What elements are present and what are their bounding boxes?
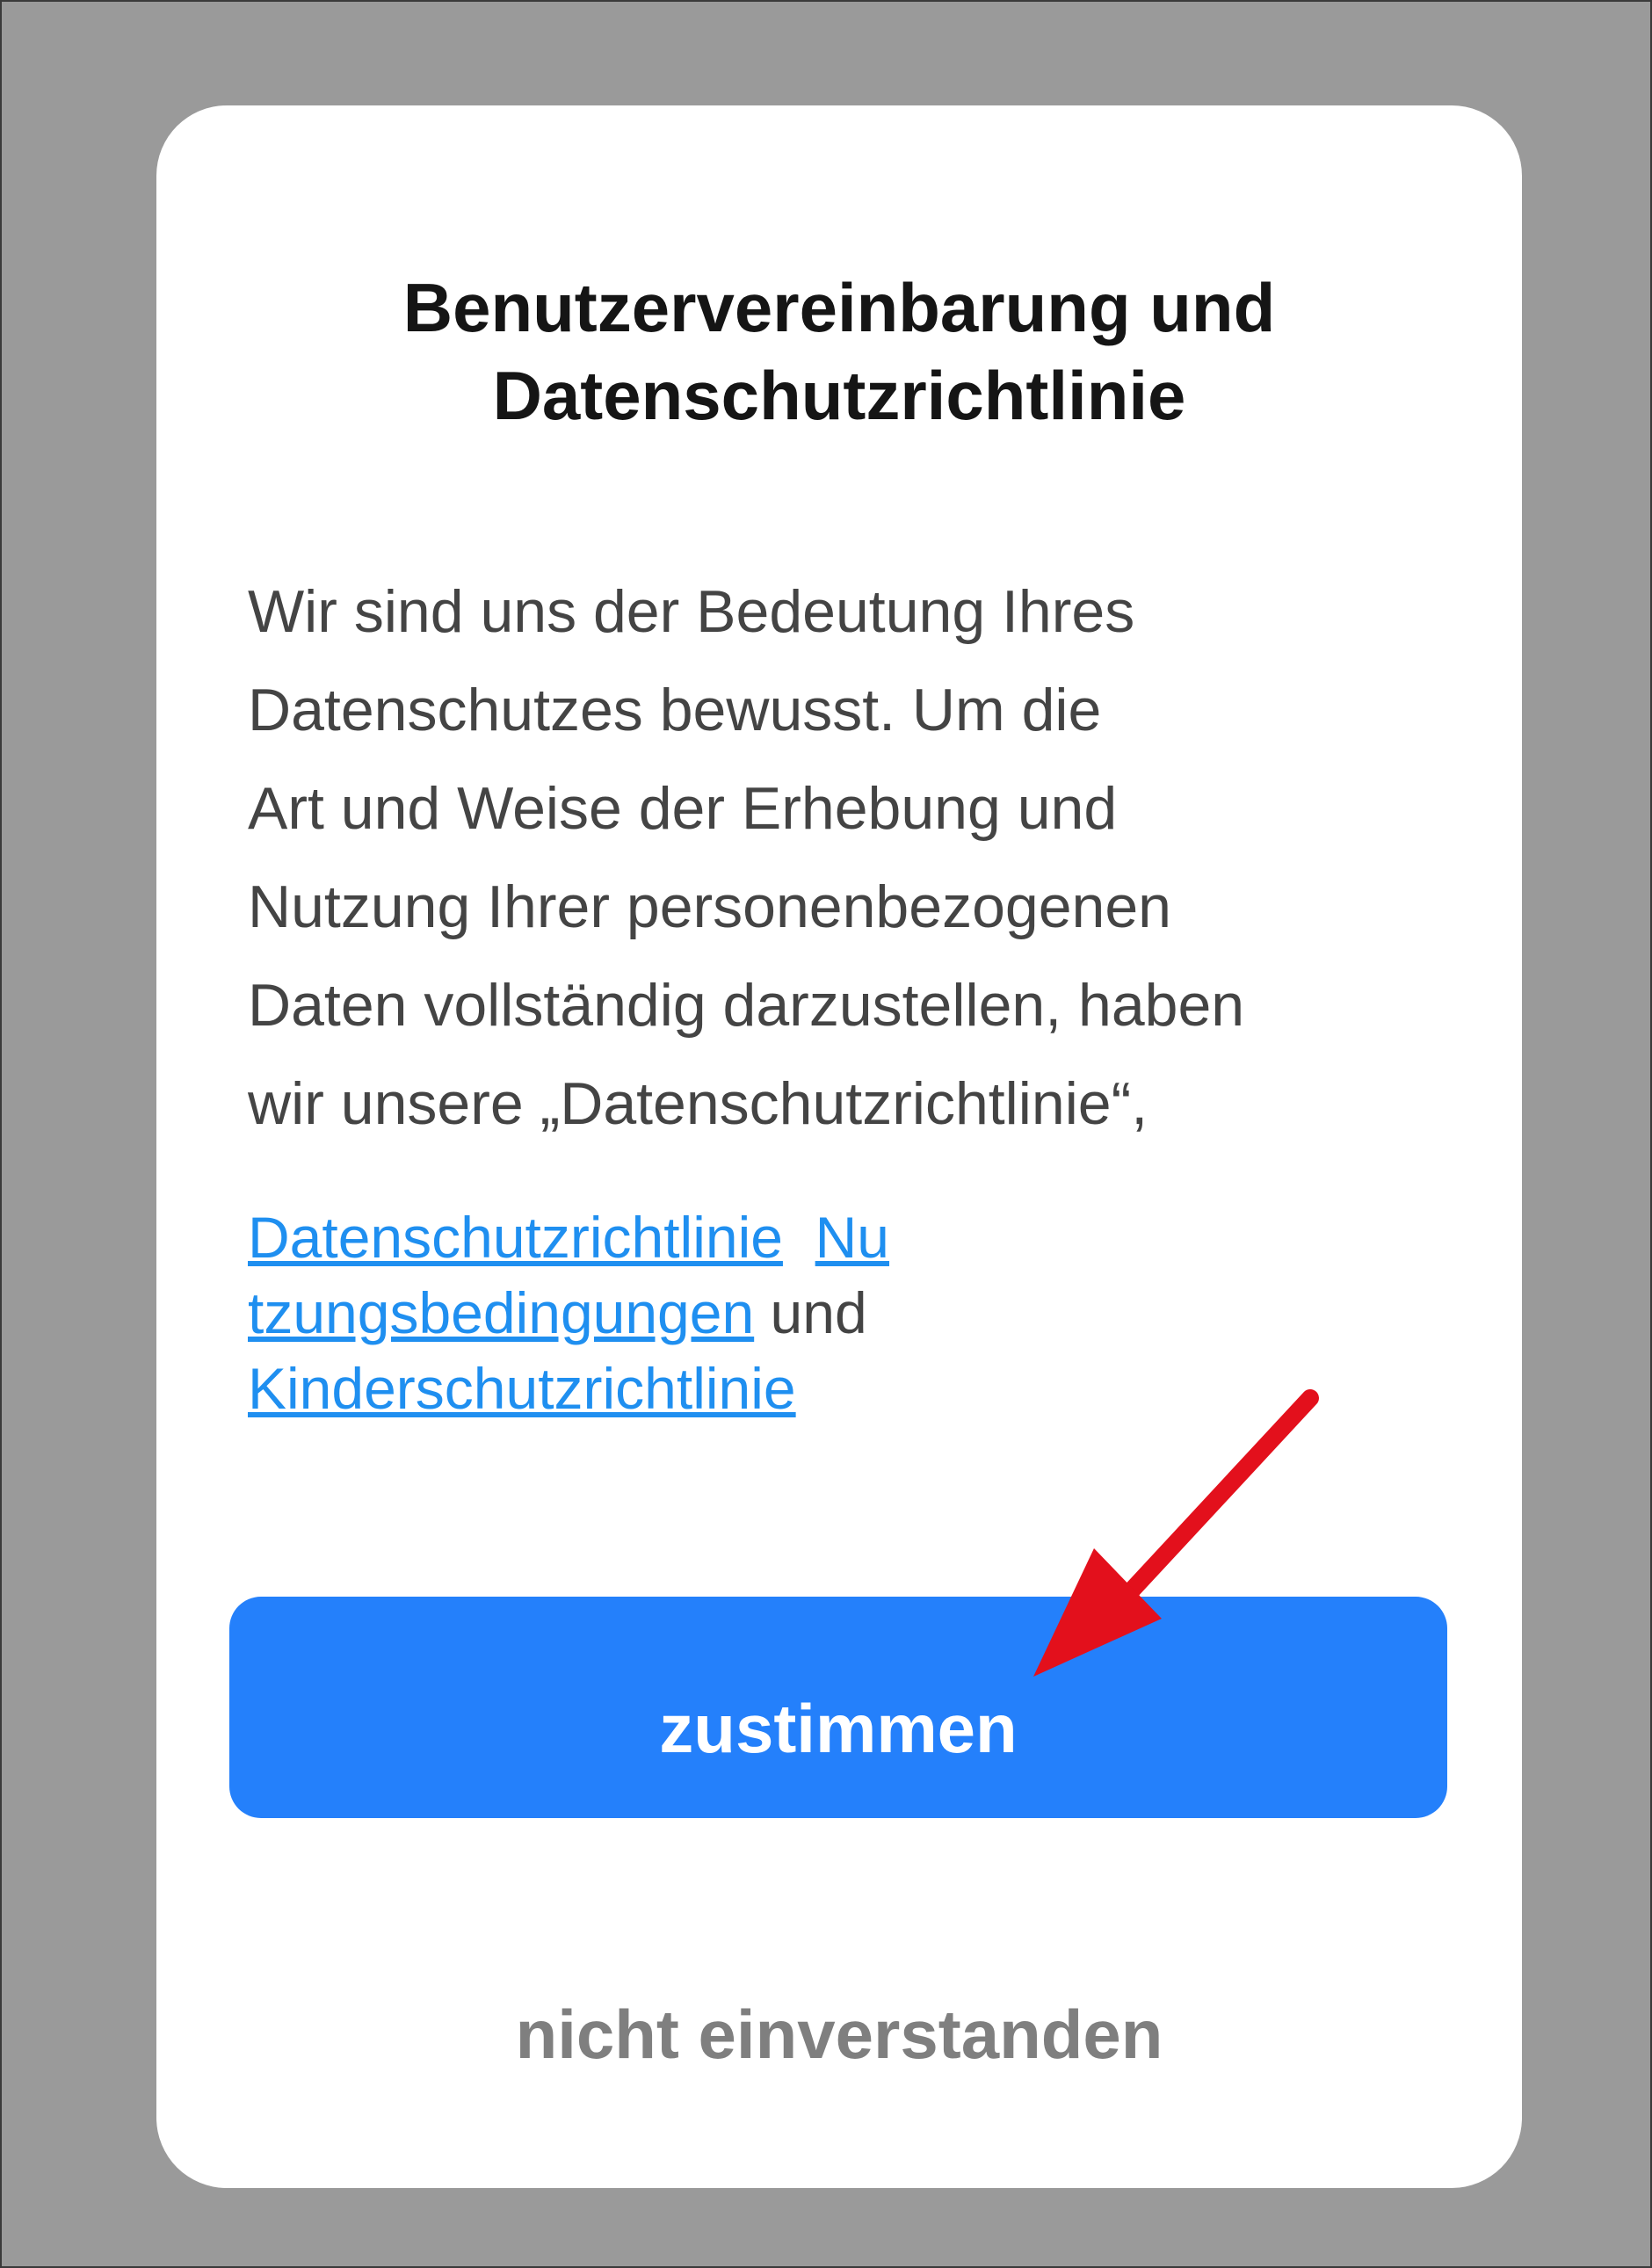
dialog-title: Benutzervereinbarung und Datenschutzrich…	[156, 264, 1522, 439]
agree-button[interactable]: zustimmen	[229, 1597, 1447, 1818]
body-line: wir unsere „Datenschutzrichtlinie“,	[248, 1070, 1148, 1137]
privacy-policy-link[interactable]: Datenschutzrichtlinie	[248, 1205, 783, 1270]
body-line: Datenschutzes bewusst. Um die	[248, 677, 1102, 743]
policy-links-line-2: tzungsbedingungen und	[248, 1275, 1039, 1351]
decline-button[interactable]: nicht einverstanden	[156, 1986, 1522, 2083]
policy-links: Datenschutzrichtlinie Nu tzungsbedingung…	[248, 1199, 1039, 1426]
dialog-title-line-1: Benutzervereinbarung und	[402, 269, 1276, 346]
dialog-body-text: Wir sind uns der Bedeutung Ihres Datensc…	[248, 562, 1478, 1153]
consent-dialog: Benutzervereinbarung und Datenschutzrich…	[156, 105, 1522, 2188]
policy-links-line-3: Kinderschutzrichtlinie	[248, 1351, 1039, 1426]
terms-of-use-link-part-2[interactable]: tzungsbedingungen	[248, 1280, 754, 1345]
dialog-title-line-2: Datenschutzrichtlinie	[492, 357, 1186, 434]
links-connector: und	[770, 1280, 867, 1345]
body-line: Art und Weise der Erhebung und	[248, 775, 1118, 842]
child-protection-policy-link[interactable]: Kinderschutzrichtlinie	[248, 1356, 796, 1421]
body-line: Wir sind uns der Bedeutung Ihres	[248, 578, 1135, 645]
body-line: Nutzung Ihrer personenbezogenen	[248, 873, 1171, 940]
policy-links-line-1: Datenschutzrichtlinie Nu	[248, 1199, 1039, 1275]
agree-button-label: zustimmen	[659, 1690, 1018, 1767]
terms-of-use-link-part-1[interactable]: Nu	[815, 1205, 889, 1270]
body-line: Daten vollständig darzustellen, haben	[248, 972, 1245, 1039]
